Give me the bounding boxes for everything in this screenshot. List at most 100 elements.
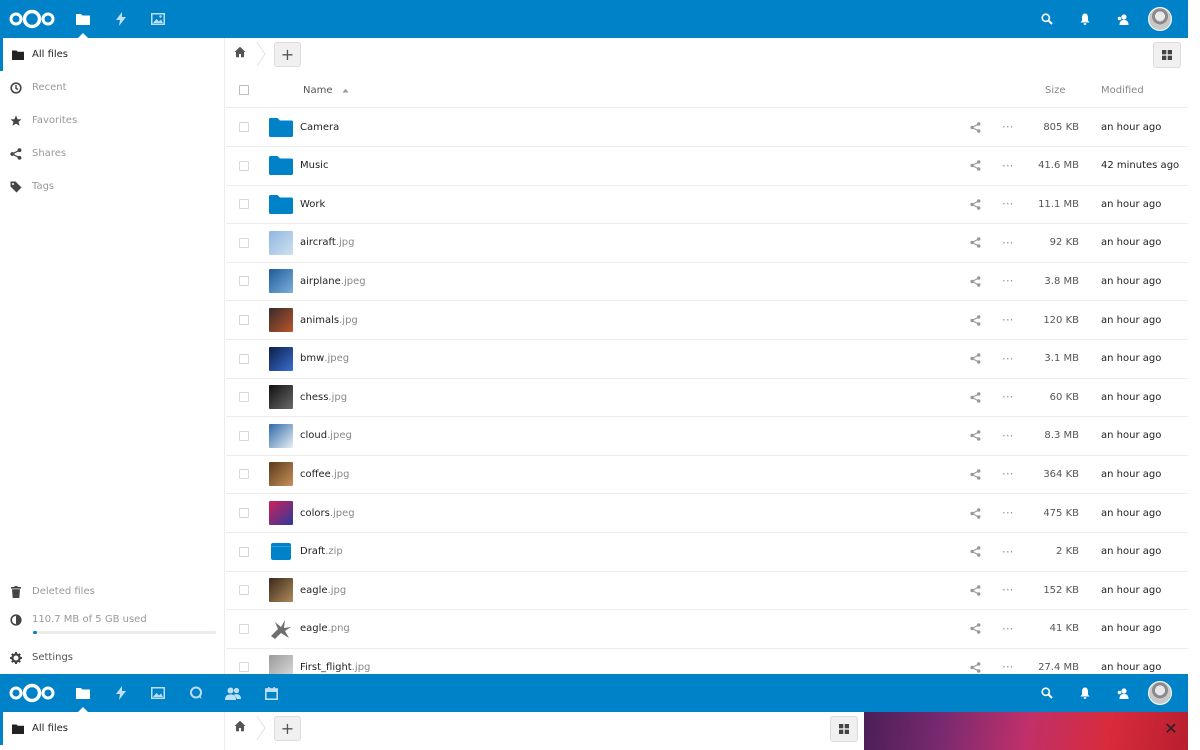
sidebar-item-tags[interactable]: Tags <box>0 170 224 203</box>
sort-by-name-header[interactable]: Name <box>303 72 349 108</box>
file-row[interactable]: animals .jpg ··· 120 KB an hour ago <box>226 301 1188 340</box>
new-file-button[interactable]: + <box>274 716 301 741</box>
share-icon[interactable] <box>970 224 981 262</box>
more-actions-icon[interactable]: ··· <box>1002 378 1013 416</box>
user-avatar[interactable] <box>1148 7 1172 31</box>
file-row[interactable]: chess .jpg ··· 60 KB an hour ago <box>226 378 1188 418</box>
file-row[interactable]: aircraft .jpg ··· 92 KB an hour ago <box>226 224 1188 263</box>
contacts-menu-icon[interactable] <box>1104 0 1142 38</box>
share-icon[interactable] <box>970 494 981 532</box>
row-checkbox[interactable] <box>239 147 249 185</box>
file-row[interactable]: cloud .jpeg ··· 8.3 MB an hour ago <box>226 417 1188 456</box>
file-thumbnail[interactable] <box>269 378 293 416</box>
share-icon[interactable] <box>970 610 981 648</box>
archive-icon[interactable] <box>269 533 293 571</box>
more-actions-icon[interactable]: ··· <box>1002 224 1013 262</box>
file-thumbnail[interactable] <box>269 455 293 493</box>
share-icon[interactable] <box>970 648 981 674</box>
file-thumbnail[interactable] <box>269 262 293 300</box>
share-icon[interactable] <box>970 185 981 223</box>
grid-view-toggle[interactable] <box>830 716 858 742</box>
contacts-app-icon[interactable] <box>214 674 252 712</box>
more-actions-icon[interactable]: ··· <box>1002 301 1013 339</box>
row-checkbox[interactable] <box>239 108 249 146</box>
folder-icon[interactable] <box>269 108 293 146</box>
share-icon[interactable] <box>970 147 981 185</box>
more-actions-icon[interactable]: ··· <box>1002 455 1013 493</box>
row-checkbox[interactable] <box>239 455 249 493</box>
activity-app-icon[interactable] <box>102 0 140 38</box>
home-breadcrumb-icon[interactable] <box>234 46 246 61</box>
notifications-bell-icon[interactable] <box>1066 0 1104 38</box>
search-icon[interactable] <box>1028 674 1066 712</box>
file-name[interactable]: chess .jpg <box>300 378 347 416</box>
file-thumbnail[interactable] <box>269 417 293 455</box>
file-row[interactable]: Camera ··· 805 KB an hour ago <box>226 108 1188 147</box>
share-icon[interactable] <box>970 262 981 300</box>
row-checkbox[interactable] <box>239 185 249 223</box>
file-row[interactable]: Music ··· 41.6 MB 42 minutes ago <box>226 147 1188 186</box>
file-row[interactable]: Draft .zip ··· 2 KB an hour ago <box>226 533 1188 572</box>
file-row[interactable]: eagle .jpg ··· 152 KB an hour ago <box>226 571 1188 611</box>
activity-app-icon[interactable] <box>102 674 140 712</box>
more-actions-icon[interactable]: ··· <box>1002 147 1013 185</box>
nextcloud-logo[interactable] <box>8 9 56 29</box>
user-avatar[interactable] <box>1148 681 1172 705</box>
files-app-icon[interactable] <box>64 674 102 712</box>
share-icon[interactable] <box>970 301 981 339</box>
row-checkbox[interactable] <box>239 648 249 674</box>
file-row[interactable]: colors .jpeg ··· 475 KB an hour ago <box>226 494 1188 533</box>
file-thumbnail[interactable] <box>269 648 293 674</box>
file-thumbnail[interactable] <box>269 610 293 648</box>
file-row[interactable]: bmw .jpeg ··· 3.1 MB an hour ago <box>226 340 1188 379</box>
folder-icon[interactable] <box>269 185 293 223</box>
grid-view-toggle[interactable] <box>1153 42 1181 68</box>
search-icon[interactable] <box>1028 0 1066 38</box>
nextcloud-logo[interactable] <box>8 683 56 703</box>
row-checkbox[interactable] <box>239 610 249 648</box>
file-thumbnail[interactable] <box>269 571 293 609</box>
row-checkbox[interactable] <box>239 533 249 571</box>
file-name[interactable]: First_flight .jpg <box>300 648 370 674</box>
sort-by-modified-header[interactable]: Modified <box>1101 72 1144 108</box>
folder-icon[interactable] <box>269 147 293 185</box>
file-row[interactable]: Work ··· 11.1 MB an hour ago <box>226 185 1188 225</box>
share-icon[interactable] <box>970 108 981 146</box>
row-checkbox[interactable] <box>239 262 249 300</box>
file-name[interactable]: coffee .jpg <box>300 455 349 493</box>
more-actions-icon[interactable]: ··· <box>1002 185 1013 223</box>
file-name[interactable]: Work <box>300 185 325 223</box>
sidebar-item-shares[interactable]: Shares <box>0 137 224 170</box>
more-actions-icon[interactable]: ··· <box>1002 262 1013 300</box>
file-name[interactable]: animals .jpg <box>300 301 358 339</box>
file-name[interactable]: Camera <box>300 108 339 146</box>
file-name[interactable]: bmw .jpeg <box>300 340 349 378</box>
more-actions-icon[interactable]: ··· <box>1002 108 1013 146</box>
select-all-checkbox[interactable] <box>239 72 249 108</box>
home-breadcrumb-icon[interactable] <box>234 720 246 735</box>
share-icon[interactable] <box>970 455 981 493</box>
file-row[interactable]: First_flight .jpg ··· 27.4 MB an hour ago <box>226 648 1188 674</box>
talk-app-icon[interactable] <box>177 674 215 712</box>
sidebar-item-all-files[interactable]: All files <box>0 712 224 745</box>
more-actions-icon[interactable]: ··· <box>1002 648 1013 674</box>
more-actions-icon[interactable]: ··· <box>1002 417 1013 455</box>
new-file-button[interactable]: + <box>274 42 301 67</box>
files-app-icon[interactable] <box>64 0 102 38</box>
file-name[interactable]: eagle .png <box>300 610 350 648</box>
share-icon[interactable] <box>970 378 981 416</box>
more-actions-icon[interactable]: ··· <box>1002 494 1013 532</box>
sidebar-item-all-files[interactable]: All files <box>0 38 224 71</box>
share-icon[interactable] <box>970 417 981 455</box>
file-thumbnail[interactable] <box>269 494 293 532</box>
row-checkbox[interactable] <box>239 224 249 262</box>
more-actions-icon[interactable]: ··· <box>1002 533 1013 571</box>
close-icon[interactable]: ✕ <box>1162 719 1180 738</box>
sidebar-item-favorites[interactable]: Favorites <box>0 104 224 137</box>
row-checkbox[interactable] <box>239 571 249 609</box>
file-name[interactable]: Draft .zip <box>300 533 343 571</box>
sort-by-size-header[interactable]: Size <box>1045 72 1066 108</box>
file-thumbnail[interactable] <box>269 224 293 262</box>
more-actions-icon[interactable]: ··· <box>1002 340 1013 378</box>
file-row[interactable]: airplane .jpeg ··· 3.8 MB an hour ago <box>226 262 1188 302</box>
